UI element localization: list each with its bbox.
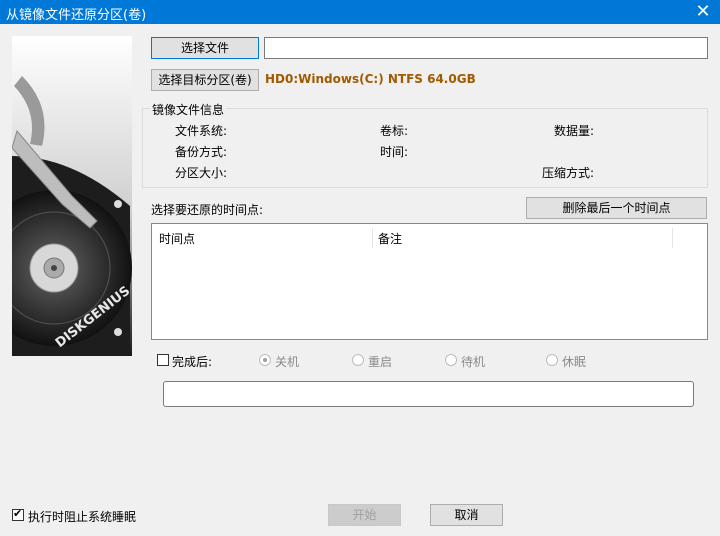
timepoints-list[interactable]: 时间点 备注 xyxy=(151,223,708,340)
prevent-sleep-checkbox[interactable]: ✔ xyxy=(12,507,24,521)
time-label: 时间: xyxy=(380,145,409,159)
file-system-label: 文件系统: xyxy=(175,124,228,138)
image-info-title: 镜像文件信息 xyxy=(150,101,227,118)
delete-last-timepoint-button[interactable]: 删除最后一个时间点 xyxy=(526,197,707,219)
radio-standby[interactable] xyxy=(445,354,457,366)
select-file-button[interactable]: 选择文件 xyxy=(151,37,259,59)
column-header-timepoint[interactable]: 时间点 xyxy=(159,230,195,247)
after-completion-checkbox[interactable] xyxy=(157,354,169,366)
column-separator[interactable] xyxy=(372,228,373,248)
column-separator[interactable] xyxy=(672,228,673,248)
radio-label-restart[interactable]: 重启 xyxy=(368,353,392,370)
radio-hibernate[interactable] xyxy=(546,354,558,366)
select-target-partition-button[interactable]: 选择目标分区(卷) xyxy=(151,69,259,91)
checkmark-icon: ✔ xyxy=(13,507,23,520)
prevent-sleep-label[interactable]: 执行时阻止系统睡眠 xyxy=(28,508,136,525)
window-title: 从镜像文件还原分区(卷) xyxy=(6,8,147,23)
radio-restart[interactable] xyxy=(352,354,364,366)
data-size-label: 数据量: xyxy=(554,124,595,138)
column-header-note[interactable]: 备注 xyxy=(378,230,402,247)
progress-bar xyxy=(163,381,694,407)
radio-label-standby[interactable]: 待机 xyxy=(461,353,485,370)
radio-shutdown[interactable] xyxy=(259,354,271,366)
backup-mode-label: 备份方式: xyxy=(175,145,228,159)
after-completion-label[interactable]: 完成后: xyxy=(172,353,212,370)
start-button[interactable]: 开始 xyxy=(328,504,401,526)
cancel-button[interactable]: 取消 xyxy=(430,504,503,526)
hard-disk-illustration: DISKGENIUS xyxy=(12,36,132,356)
radio-label-shutdown[interactable]: 关机 xyxy=(275,353,299,370)
title-bar: 从镜像文件还原分区(卷) ✕ xyxy=(0,0,720,24)
target-partition-value: HD0:Windows(C:) NTFS 64.0GB xyxy=(265,72,476,86)
radio-label-hibernate[interactable]: 休眠 xyxy=(562,353,586,370)
partition-size-label: 分区大小: xyxy=(175,166,228,180)
close-icon[interactable]: ✕ xyxy=(686,0,720,24)
volume-label: 卷标: xyxy=(380,124,409,138)
compression-label: 压缩方式: xyxy=(542,166,595,180)
file-path-input[interactable] xyxy=(264,37,708,59)
timepoints-heading: 选择要还原的时间点: xyxy=(151,203,264,217)
radio-selected-dot xyxy=(263,358,267,362)
diskgenius-logo-image: DISKGENIUS xyxy=(12,36,132,356)
